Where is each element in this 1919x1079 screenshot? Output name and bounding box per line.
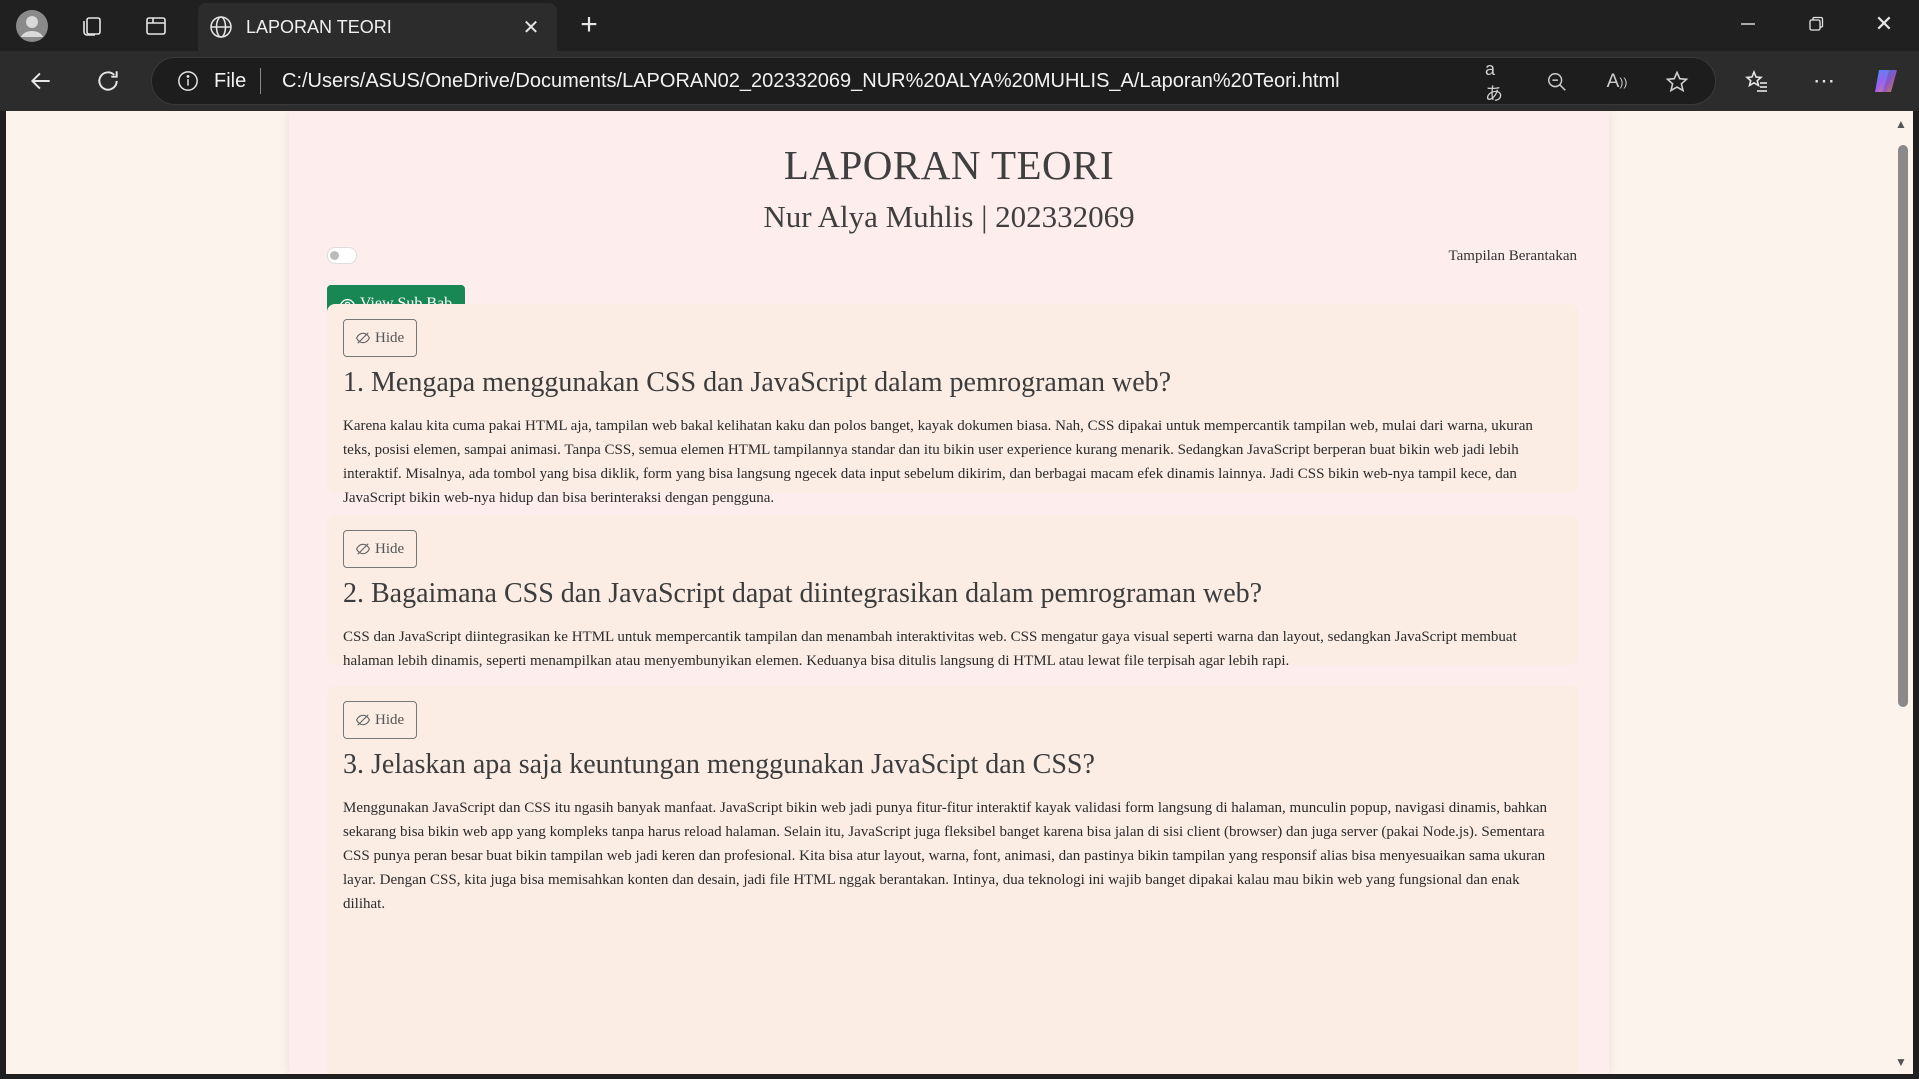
scroll-up-arrow-icon[interactable]: ▲ [1895, 117, 1907, 131]
close-window-icon[interactable]: ✕ [1872, 11, 1896, 36]
section-body: CSS dan JavaScript diintegrasikan ke HTM… [343, 629, 1517, 669]
report-container: LAPORAN TEORI Nur Alya Muhlis | 20233206… [289, 111, 1609, 1074]
section-heading: 3. Jelaskan apa saja keuntungan mengguna… [343, 749, 1095, 780]
hide-button[interactable]: Hide [343, 530, 418, 568]
vertical-scrollbar[interactable]: ▲ ▼ [1890, 111, 1913, 1074]
minimize-icon[interactable] [1736, 12, 1760, 36]
tab-title: LAPORAN TEORI [246, 17, 392, 37]
scrollbar-thumb[interactable] [1898, 145, 1908, 707]
address-bar[interactable]: File C:/Users/ASUS/OneDrive/Documents/LA… [151, 57, 1716, 105]
address-toolbar: File C:/Users/ASUS/OneDrive/Documents/LA… [0, 51, 1919, 111]
restore-icon[interactable] [1804, 12, 1828, 36]
page-title: LAPORAN TEORI [783, 142, 1115, 188]
eye-slash-icon [356, 713, 370, 727]
profile-avatar-icon[interactable] [14, 8, 50, 44]
toggle-label: Tampilan Berantakan [1448, 248, 1577, 264]
hide-button[interactable]: Hide [343, 701, 418, 739]
info-icon[interactable] [176, 69, 200, 93]
favorite-star-icon[interactable] [1664, 69, 1690, 95]
toggle-knob [330, 251, 339, 260]
collections-icon[interactable] [78, 12, 106, 40]
globe-icon [208, 14, 234, 40]
section-card-3: Hide 3. Jelaskan apa saja keuntungan men… [327, 686, 1579, 1074]
url-scheme-label: File [214, 70, 247, 92]
section-card-1: Hide 1. Mengapa menggunakan CSS dan Java… [327, 304, 1579, 506]
eye-slash-icon [356, 331, 370, 345]
url-separator [260, 68, 261, 94]
layout-toggle-switch[interactable] [327, 247, 357, 264]
translate-icon[interactable]: aあ [1485, 59, 1511, 104]
page-subtitle: Nur Alya Muhlis | 202332069 [763, 199, 1135, 234]
section-card-2: Hide 2. Bagaimana CSS dan JavaScript dap… [327, 515, 1579, 669]
close-tab-icon[interactable]: ✕ [520, 16, 542, 39]
favorites-list-icon[interactable] [1743, 67, 1771, 95]
section-heading: 1. Mengapa menggunakan CSS dan JavaScrip… [343, 367, 1172, 398]
more-options-icon[interactable]: ⋯ [1810, 67, 1838, 95]
hide-label: Hide [375, 711, 405, 728]
hide-button[interactable]: Hide [343, 319, 418, 357]
read-aloud-icon[interactable]: A)) [1604, 69, 1630, 95]
hide-label: Hide [375, 329, 405, 346]
zoom-out-icon[interactable] [1544, 69, 1570, 95]
eye-slash-icon [356, 542, 370, 556]
new-tab-icon[interactable]: + [574, 8, 604, 41]
section-heading: 2. Bagaimana CSS dan JavaScript dapat di… [343, 578, 1263, 609]
copilot-icon[interactable] [1870, 65, 1902, 97]
back-arrow-icon[interactable] [26, 66, 56, 96]
refresh-icon[interactable] [93, 66, 123, 96]
url-text[interactable]: C:/Users/ASUS/OneDrive/Documents/LAPORAN… [282, 70, 1340, 93]
hide-label: Hide [375, 540, 405, 557]
tab-actions-icon[interactable] [142, 12, 170, 40]
page-viewport: LAPORAN TEORI Nur Alya Muhlis | 20233206… [6, 111, 1890, 1074]
browser-tab-bar: LAPORAN TEORI ✕ + ✕ [0, 0, 1919, 51]
section-body: Menggunakan JavaScript dan CSS itu ngasi… [343, 800, 1548, 912]
scroll-down-arrow-icon[interactable]: ▼ [1895, 1055, 1907, 1069]
section-body: Karena kalau kita cuma pakai HTML aja, t… [343, 418, 1533, 506]
active-tab[interactable]: LAPORAN TEORI ✕ [198, 3, 557, 51]
